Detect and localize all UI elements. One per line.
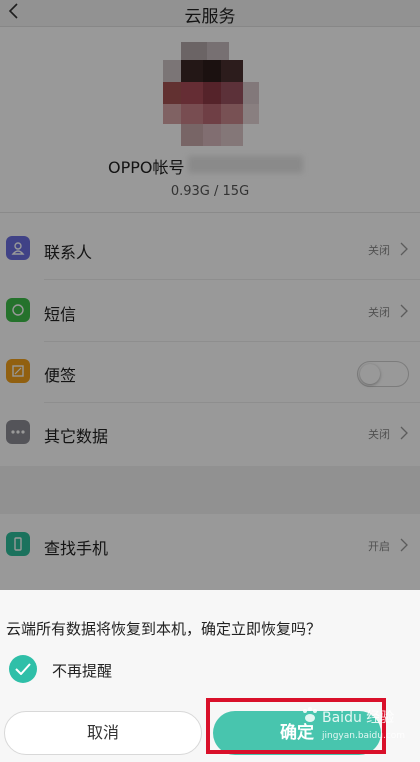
- cloud-service-screen: 云服务 OPPO帐号 0.93G / 15G 联系人 关闭 短信 关闭 便签 其…: [0, 0, 420, 762]
- watermark-text: Baidu 经验: [322, 710, 395, 726]
- checkbox-check-icon[interactable]: [9, 655, 37, 683]
- dim-overlay[interactable]: [0, 0, 420, 590]
- dialog-message: 云端所有数据将恢复到本机，确定立即恢复吗？: [6, 620, 322, 638]
- paw-logo-icon: [303, 707, 317, 722]
- dont-remind-label[interactable]: 不再提醒: [52, 660, 112, 681]
- watermark-url: jingyan.baidu.com: [322, 731, 406, 741]
- cancel-button[interactable]: 取消: [4, 711, 202, 755]
